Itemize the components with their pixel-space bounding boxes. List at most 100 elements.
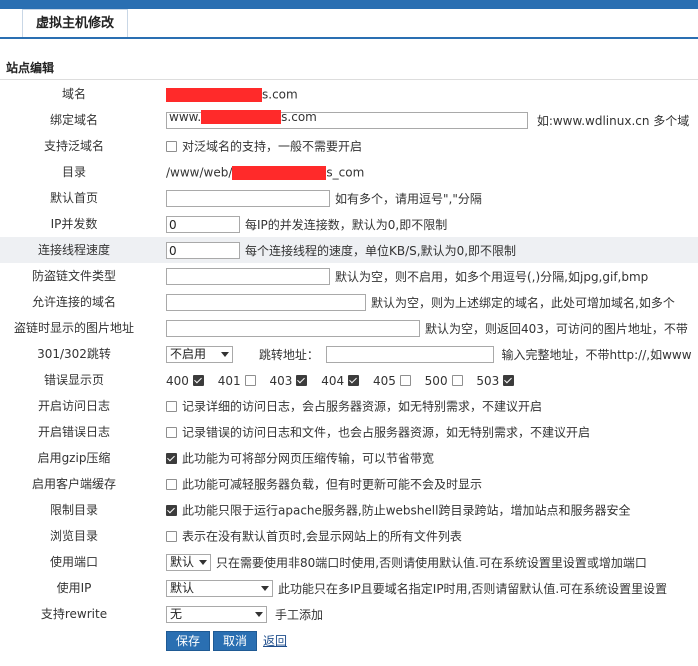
access-log-label: 开启访问日志 <box>37 399 110 413</box>
rewrite-hint: 手工添加 <box>275 607 324 622</box>
bind-domain-value: www. s.com 如:www.wdlinux.cn 多个域 <box>166 107 689 133</box>
cancel-button[interactable]: 取消 <box>213 630 258 651</box>
row-redirect: 301/302跳转 不启用 跳转地址： 输入完整地址，不带http://,如ww… <box>0 341 698 367</box>
thread-speed-input[interactable] <box>166 242 240 259</box>
row-wildcard: 支持泛域名 对泛域名的支持，一般不需要开启 <box>0 133 698 159</box>
row-allowed-domains: 允许连接的域名 默认为空，则为上述绑定的域名，此处可增加域名,如多个 <box>0 289 698 315</box>
section-title: 站点编辑 <box>6 61 55 75</box>
row-port: 使用端口 默认 只在需要使用非80端口时使用,否则请使用默认值.可在系统设置里设置… <box>0 549 698 575</box>
default-page-hint: 如有多个，请用逗号","分隔 <box>335 191 482 206</box>
error-log-label: 开启错误日志 <box>37 425 110 439</box>
port-label: 使用端口 <box>49 555 98 569</box>
row-access-log: 开启访问日志 记录详细的访问日志，会占服务器资源，如无特别需求，不建议开启 <box>0 393 698 419</box>
row-thread-speed: 连接线程速度 每个连接线程的速度，单位KB/S,默认为0,即不限制 <box>0 237 698 263</box>
use-ip-label: 使用IP <box>56 581 92 595</box>
default-page-label: 默认首页 <box>49 191 98 205</box>
ip-concurrency-label: IP并发数 <box>50 217 98 231</box>
error-code-503: 503 <box>476 373 500 388</box>
row-error-log: 开启错误日志 记录错误的访问日志和文件，也会占服务器资源，如无特别需求，不建议开… <box>0 419 698 445</box>
error-code-500: 500 <box>424 373 448 388</box>
browse-dir-checkbox[interactable] <box>166 531 177 542</box>
thread-speed-hint: 每个连接线程的速度，单位KB/S,默认为0,即不限制 <box>245 243 517 258</box>
redirect-target-input[interactable] <box>325 346 494 363</box>
restrict-dir-text: 此功能只限于运行apache服务器,防止webshell跨目录跨站，增加站点和服… <box>182 503 631 518</box>
use-ip-select[interactable]: 默认 <box>166 580 273 597</box>
bind-domain-suffix: s.com <box>281 109 317 124</box>
port-select-value: 默认 <box>170 555 195 569</box>
hotlink-image-hint: 默认为空，则返回403，可访问的图片地址，不带 <box>425 321 688 336</box>
error-400-checkbox[interactable] <box>192 375 204 386</box>
back-link[interactable]: 返回 <box>263 634 287 648</box>
use-ip-select-value: 默认 <box>170 581 195 595</box>
chevron-down-icon <box>261 586 269 591</box>
redirect-select[interactable]: 不启用 <box>166 346 233 363</box>
save-button[interactable]: 保存 <box>166 630 211 651</box>
hotlink-types-input[interactable] <box>166 268 330 285</box>
client-cache-checkbox[interactable] <box>166 479 177 490</box>
gzip-checkbox[interactable] <box>166 453 177 464</box>
wildcard-label: 支持泛域名 <box>43 139 104 153</box>
row-default-page: 默认首页 如有多个，请用逗号","分隔 <box>0 185 698 211</box>
browse-dir-label: 浏览目录 <box>49 529 98 543</box>
access-log-checkbox[interactable] <box>166 401 177 412</box>
error-log-checkbox[interactable] <box>166 427 177 438</box>
bind-domain-text: www. s.com <box>169 109 317 125</box>
wildcard-checkbox[interactable] <box>166 141 177 152</box>
bind-domain-label: 绑定域名 <box>49 113 98 127</box>
chevron-down-icon <box>199 560 207 565</box>
error-404-checkbox[interactable] <box>348 375 360 386</box>
error-401-checkbox[interactable] <box>244 375 256 386</box>
row-gzip: 启用gzip压缩 此功能为可将部分网页压缩传输，可以节省带宽 <box>0 445 698 471</box>
port-select[interactable]: 默认 <box>166 554 211 571</box>
hotlink-types-label: 防盗链文件类型 <box>31 269 116 283</box>
ip-concurrency-input[interactable] <box>166 216 240 233</box>
rewrite-select[interactable]: 无 <box>166 606 267 623</box>
domain-suffix: s.com <box>262 87 298 102</box>
access-log-text: 记录详细的访问日志，会占服务器资源，如无特别需求，不建议开启 <box>182 399 543 414</box>
row-bind-domain: 绑定域名 www. s.com 如:www.wdlinux.cn 多个域 <box>0 107 698 133</box>
row-ip-concurrency: IP并发数 每IP的并发连接数，默认为0,即不限制 <box>0 211 698 237</box>
error-403-checkbox[interactable] <box>296 375 308 386</box>
client-cache-text: 此功能可减轻服务器负载，但有时更新可能不会及时显示 <box>182 477 483 492</box>
browse-dir-text: 表示在没有默认首页时,会显示网站上的所有文件列表 <box>182 529 462 544</box>
row-hotlink-types: 防盗链文件类型 默认为空，则不启用，如多个用逗号(,)分隔,如jpg,gif,b… <box>0 263 698 289</box>
tab-underline <box>0 37 698 39</box>
error-code-401: 401 <box>217 373 241 388</box>
section-divider <box>0 79 698 80</box>
error-code-405: 405 <box>372 373 396 388</box>
error-503-checkbox[interactable] <box>503 375 515 386</box>
default-page-input[interactable] <box>166 190 330 207</box>
error-405-checkbox[interactable] <box>399 375 411 386</box>
directory-prefix: /www/web/ <box>166 165 233 180</box>
top-bar <box>0 0 698 9</box>
bind-domain-field[interactable]: www. s.com <box>166 108 528 134</box>
domain-label: 域名 <box>61 87 86 101</box>
directory-label: 目录 <box>61 165 86 179</box>
allowed-domains-input[interactable] <box>166 294 366 311</box>
port-hint: 只在需要使用非80端口时使用,否则请使用默认值.可在系统设置里设置或增加端口 <box>216 555 647 570</box>
row-error-pages: 错误显示页 400 401 403 404 405 500 503 <box>0 367 698 393</box>
restrict-dir-checkbox[interactable] <box>166 505 177 516</box>
wildcard-text: 对泛域名的支持，一般不需要开启 <box>182 139 363 154</box>
directory-value: /www/web/s_com <box>166 159 364 185</box>
error-log-text: 记录错误的访问日志和文件，也会占服务器资源，如无特别需求，不建议开启 <box>182 425 591 440</box>
error-500-checkbox[interactable] <box>451 375 463 386</box>
redirect-hint: 输入完整地址，不带http://,如www <box>501 347 692 362</box>
redirect-select-value: 不启用 <box>170 347 207 361</box>
directory-suffix: s_com <box>326 165 365 180</box>
chevron-down-icon <box>221 352 229 357</box>
row-directory: 目录 /www/web/s_com <box>0 159 698 185</box>
redirect-label: 301/302跳转 <box>37 347 111 361</box>
rewrite-select-value: 无 <box>170 607 183 621</box>
tab-vhost-edit[interactable]: 虚拟主机修改 <box>22 9 128 37</box>
hotlink-types-hint: 默认为空，则不启用，如多个用逗号(,)分隔,如jpg,gif,bmp <box>335 269 649 284</box>
gzip-label: 启用gzip压缩 <box>37 451 111 465</box>
bind-domain-prefix: www. <box>169 109 202 124</box>
row-domain: 域名 s.com <box>0 81 698 107</box>
hotlink-image-label: 盗链时显示的图片地址 <box>13 321 134 335</box>
row-restrict-dir: 限制目录 此功能只限于运行apache服务器,防止webshell跨目录跨站，增… <box>0 497 698 523</box>
domain-value: s.com <box>166 81 298 107</box>
error-pages-label: 错误显示页 <box>43 373 104 387</box>
hotlink-image-input[interactable] <box>166 320 420 337</box>
allowed-domains-hint: 默认为空，则为上述绑定的域名，此处可增加域名,如多个 <box>371 295 675 310</box>
